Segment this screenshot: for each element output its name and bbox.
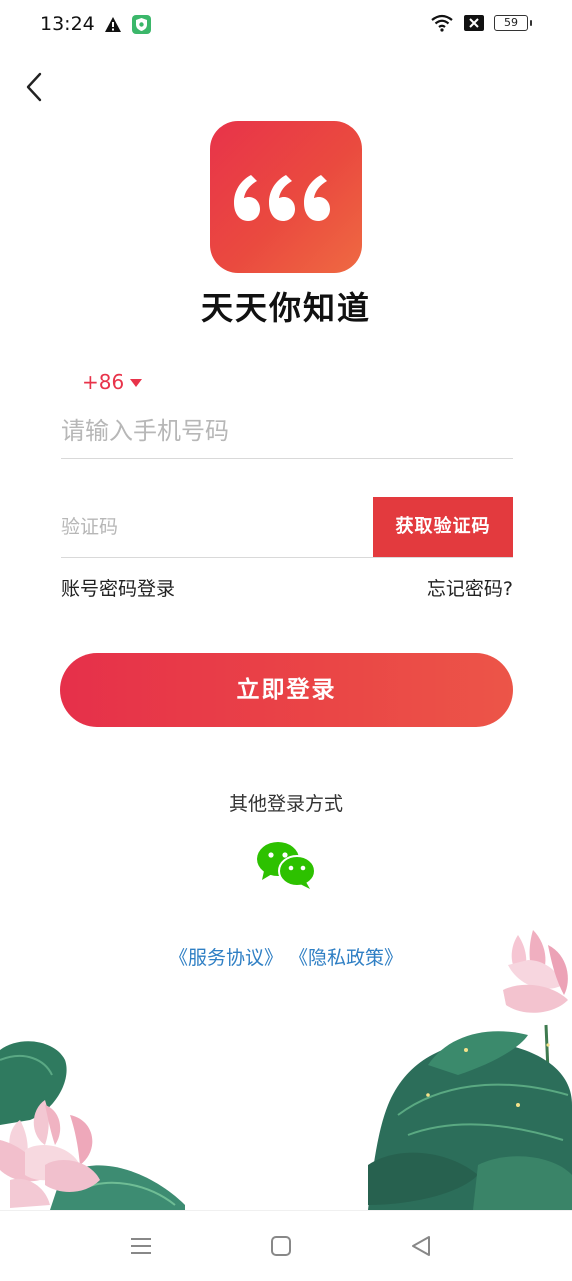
wechat-icon[interactable] xyxy=(256,840,318,890)
lotus-leaf-decoration-right xyxy=(368,930,572,1210)
service-agreement-link[interactable]: 《服务协议》 xyxy=(169,947,283,969)
get-code-button[interactable]: 获取验证码 xyxy=(373,497,513,557)
dropdown-triangle-icon xyxy=(130,379,143,387)
other-login-label: 其他登录方式 xyxy=(228,793,343,815)
country-code-value: +86 xyxy=(82,370,125,394)
divider xyxy=(373,557,513,558)
status-time: 13:24 xyxy=(40,13,95,35)
verification-code-input[interactable] xyxy=(61,497,373,558)
quote-marks-icon xyxy=(234,175,330,221)
country-code-selector[interactable]: +86 xyxy=(82,370,143,394)
back-arrow-icon[interactable] xyxy=(22,70,52,104)
phone-input[interactable] xyxy=(61,404,513,459)
shield-icon xyxy=(132,15,151,34)
app-logo xyxy=(210,121,362,273)
login-button[interactable]: 立即登录 xyxy=(60,653,513,727)
password-login-link[interactable]: 账号密码登录 xyxy=(61,574,175,601)
battery-icon: 59 xyxy=(494,15,532,31)
home-icon[interactable] xyxy=(268,1233,294,1259)
back-triangle-icon[interactable] xyxy=(408,1233,434,1259)
wifi-icon xyxy=(431,14,453,32)
menu-icon[interactable] xyxy=(128,1233,154,1259)
warning-icon xyxy=(105,17,121,32)
no-sim-icon xyxy=(464,15,484,31)
lotus-leaf-decoration-left xyxy=(0,1041,185,1210)
system-nav-bar xyxy=(0,1210,572,1281)
forgot-password-link[interactable]: 忘记密码? xyxy=(427,574,513,601)
app-name: 天天你知道 xyxy=(200,289,371,327)
status-bar: 13:24 59 xyxy=(0,0,572,50)
